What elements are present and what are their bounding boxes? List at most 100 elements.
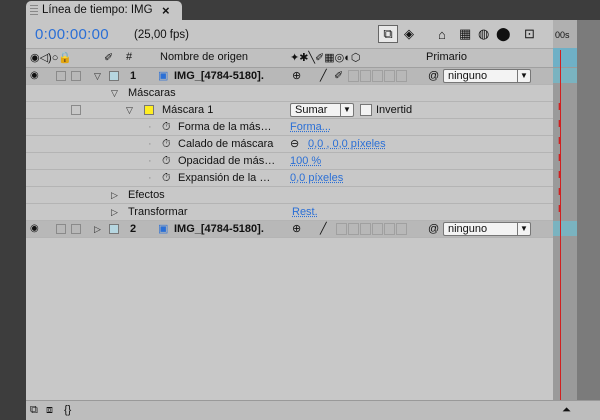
prop-value[interactable]: 100 %: [290, 153, 321, 169]
parent-select-value: ninguno: [448, 70, 488, 82]
layer-name[interactable]: IMG_[4784-5180].: [174, 221, 264, 237]
tab-timeline[interactable]: Línea de tiempo: IMG ×: [26, 1, 182, 20]
prop-label: Opacidad de más…: [178, 155, 276, 167]
twirl-closed-icon[interactable]: ▷: [111, 204, 118, 220]
switch-box[interactable]: [348, 70, 359, 82]
layer-bar-2[interactable]: [553, 221, 577, 236]
mask-prop-row[interactable]: · ⏱ Forma de la más… Forma...: [26, 119, 553, 136]
solo-toggle[interactable]: [56, 71, 66, 81]
mask-prop-row[interactable]: · ⏱ Calado de máscara ⊖ 0,0 , 0,0 píxele…: [26, 136, 553, 153]
lock-toggle[interactable]: [71, 105, 81, 115]
timecode-display[interactable]: 0:00:00:00: [35, 26, 109, 43]
switch-box[interactable]: [396, 70, 407, 82]
mask-prop-row[interactable]: · ⏱ Expansión de la … 0,0 píxeles: [26, 170, 553, 187]
solo-toggle[interactable]: [56, 224, 66, 234]
bottom-toolbar: ⧉ ⧈ {} ⏶: [26, 400, 600, 420]
twirl-open-icon[interactable]: ▽: [111, 85, 118, 101]
effects-switch-icon[interactable]: ✐: [334, 68, 343, 84]
grip-icon[interactable]: [30, 5, 38, 16]
eye-icon[interactable]: ◉: [30, 221, 39, 237]
modes-toggle-icon[interactable]: ⧈: [46, 404, 53, 417]
stopwatch-icon[interactable]: ⏱: [162, 153, 171, 169]
transform-group-row[interactable]: ▷ Transformar Rest.: [26, 204, 553, 221]
effects-group-row[interactable]: ▷ Efectos: [26, 187, 553, 204]
switch-box[interactable]: [384, 223, 395, 235]
current-time-indicator[interactable]: [560, 50, 561, 400]
parent-column-header[interactable]: Primario: [426, 51, 467, 63]
switch-box[interactable]: [384, 70, 395, 82]
work-area-bar[interactable]: [553, 48, 577, 67]
transform-reset-link[interactable]: Rest.: [292, 204, 318, 220]
pickwhip-icon[interactable]: @: [428, 221, 439, 237]
graph-editor-icon[interactable]: ⊡: [524, 25, 535, 43]
layer-row-1[interactable]: ◉ ▽ 1 ▣ IMG_[4784-5180]. ⊕ ╱ ✐ @ ninguno…: [26, 68, 553, 85]
pickwhip-icon[interactable]: @: [428, 68, 439, 84]
motion-blur-icon[interactable]: ◍: [478, 25, 489, 43]
fps-label: (25,00 fps): [134, 29, 189, 41]
parent-select[interactable]: ninguno ▼: [443, 69, 531, 83]
twirl-open-icon[interactable]: ▽: [94, 68, 101, 84]
expand-panes-icon[interactable]: ⧉: [30, 404, 38, 417]
stopwatch-icon[interactable]: ⏱: [162, 170, 171, 186]
prop-value[interactable]: 0,0 píxeles: [290, 170, 343, 186]
prop-value[interactable]: Forma...: [290, 119, 331, 135]
eye-icon[interactable]: ◉: [30, 68, 39, 84]
shy-switch-icon[interactable]: ⊕: [292, 68, 301, 84]
composition-mini-flowchart-icon[interactable]: ⧉: [378, 25, 398, 43]
label-color-swatch[interactable]: [109, 71, 119, 81]
mask-prop-row[interactable]: · ⏱ Opacidad de más… 100 %: [26, 153, 553, 170]
tab-bar: Línea de tiempo: IMG ×: [0, 0, 600, 20]
layer-bar-1[interactable]: [553, 68, 577, 83]
source-name-column-header[interactable]: Nombre de origen: [160, 51, 248, 63]
switch-box[interactable]: [372, 70, 383, 82]
link-icon[interactable]: ⊖: [290, 136, 299, 152]
switch-box[interactable]: [360, 223, 371, 235]
parent-select[interactable]: ninguno ▼: [443, 222, 531, 236]
scroll-area[interactable]: [577, 20, 600, 400]
stopwatch-icon[interactable]: ⏱: [162, 136, 171, 152]
time-graph[interactable]: 00s I I I I I I I: [553, 20, 577, 400]
masks-group-row[interactable]: ▽ Máscaras: [26, 85, 553, 102]
zoom-out-icon[interactable]: ⏶: [562, 404, 571, 417]
layer-number: 1: [130, 70, 137, 82]
invert-checkbox[interactable]: [360, 104, 372, 116]
left-gutter: [0, 20, 26, 420]
label-color-swatch[interactable]: [109, 224, 119, 234]
lock-toggle[interactable]: [71, 71, 81, 81]
switch-box[interactable]: [348, 223, 359, 235]
stopwatch-icon[interactable]: ⏱: [162, 119, 171, 135]
switch-box[interactable]: [396, 223, 407, 235]
close-icon[interactable]: ×: [162, 1, 170, 20]
quality-switch-icon[interactable]: ╱: [320, 221, 327, 237]
twirl-closed-icon[interactable]: ▷: [94, 221, 101, 237]
mask-mode-select[interactable]: Sumar ▼: [290, 103, 354, 117]
number-column-header[interactable]: #: [126, 51, 132, 63]
shy-layers-icon[interactable]: ⌂: [438, 25, 446, 43]
layer-name[interactable]: IMG_[4784-5180].: [174, 68, 264, 84]
draft-3d-icon[interactable]: ◈: [404, 25, 414, 43]
switch-box[interactable]: [372, 223, 383, 235]
transform-label: Transformar: [128, 206, 188, 218]
mask-name[interactable]: Máscara 1: [162, 102, 213, 118]
label-column-icon[interactable]: ✐: [104, 51, 113, 64]
lock-toggle[interactable]: [71, 224, 81, 234]
mask-color-swatch[interactable]: [144, 105, 154, 115]
footage-icon: ▣: [158, 223, 169, 235]
layers-panel: 0:00:00:00 (25,00 fps) ⧉ ◈ ⌂ ▦ ◍ ⬤ ⊡ ◉◁)…: [26, 20, 553, 400]
twirl-closed-icon[interactable]: ▷: [111, 187, 118, 203]
time-ruler[interactable]: 00s: [553, 20, 577, 48]
quality-switch-icon[interactable]: ╱: [320, 68, 327, 84]
switch-box[interactable]: [336, 223, 347, 235]
switch-box[interactable]: [360, 70, 371, 82]
switches-toggle-icon[interactable]: {}: [64, 404, 71, 416]
frame-blending-icon[interactable]: ▦: [459, 25, 471, 43]
brainstorm-icon[interactable]: ⬤: [496, 25, 511, 43]
chevron-down-icon: ▼: [517, 223, 530, 235]
av-features-header[interactable]: ◉◁)○🔒: [30, 51, 72, 64]
twirl-open-icon[interactable]: ▽: [126, 102, 133, 118]
layer-row-2[interactable]: ◉ ▷ 2 ▣ IMG_[4784-5180]. ⊕ ╱ @ ninguno ▼: [26, 221, 553, 238]
switches-column-header[interactable]: ✦✱╲✐▦◎◐⬡: [290, 51, 361, 64]
shy-switch-icon[interactable]: ⊕: [292, 221, 301, 237]
mask-row-1[interactable]: ▽ Máscara 1 Sumar ▼ Invertid: [26, 102, 553, 119]
prop-value[interactable]: 0,0 , 0,0 píxeles: [308, 136, 386, 152]
